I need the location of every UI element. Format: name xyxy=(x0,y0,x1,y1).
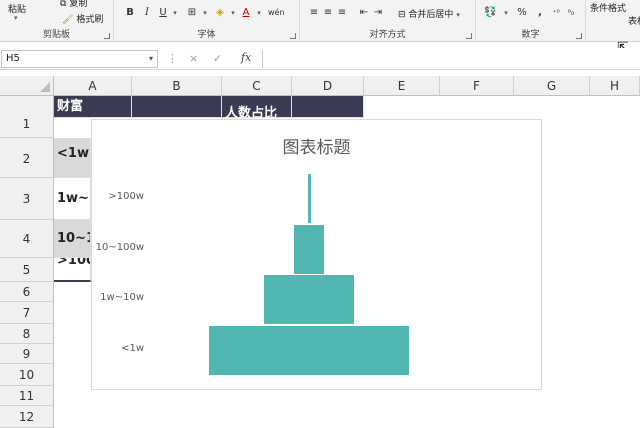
merge-icon: ⊟ xyxy=(398,10,406,20)
formula-input[interactable] xyxy=(262,50,640,68)
column-header-h[interactable]: H xyxy=(590,76,640,96)
chart-title[interactable]: 图表标题 xyxy=(92,133,541,158)
comma-button[interactable]: , xyxy=(534,6,546,20)
cell-d1[interactable] xyxy=(292,96,364,118)
number-launcher-icon[interactable] xyxy=(576,33,582,39)
y-axis-label: 1w~10w xyxy=(100,292,144,304)
align-left-icon[interactable]: ≡ xyxy=(308,6,320,20)
copy-label: 复制 xyxy=(69,0,88,9)
cell-b1[interactable] xyxy=(132,96,222,118)
chart-bar[interactable] xyxy=(264,275,354,324)
chart-area[interactable]: 图表标题 <1w 1w~10w 10~100w >100w xyxy=(91,119,542,390)
merge-center-label: 合并后居中 xyxy=(408,10,454,20)
chart-bar[interactable] xyxy=(307,174,311,223)
insert-function-icon[interactable]: fx xyxy=(241,51,251,64)
row-header-3[interactable]: 3 xyxy=(0,178,54,220)
chart-bar[interactable] xyxy=(294,224,324,274)
font-color-icon[interactable]: A xyxy=(240,6,252,20)
column-header-e[interactable]: E xyxy=(364,76,440,96)
number-group: 💱 ▾ % , ⁺⁰ ⁰₀ 数字 xyxy=(476,0,586,42)
decrease-decimal-icon[interactable]: ⁰₀ xyxy=(565,6,577,20)
column-header-f[interactable]: F xyxy=(440,76,514,96)
name-box-value: H5 xyxy=(6,53,20,64)
phonetic-button[interactable]: wén xyxy=(268,6,285,20)
number-label: 数字 xyxy=(521,30,540,40)
cell-a2[interactable]: <1w xyxy=(54,138,91,178)
clipboard-launcher-icon[interactable] xyxy=(104,33,110,39)
row-header-5[interactable]: 5 xyxy=(0,258,54,282)
alignment-group: ≡ ≡ ≡ ⇤ ⇥ ⊟ 合并后居中 ▾ 对齐方式 xyxy=(300,0,476,42)
fill-caret-icon[interactable]: ▾ xyxy=(227,6,239,20)
cell-a1[interactable]: 财富 xyxy=(54,96,132,118)
y-axis-label: >100w xyxy=(108,191,144,203)
row-header-6[interactable]: 6 xyxy=(0,282,54,302)
currency-caret-icon[interactable]: ▾ xyxy=(500,6,512,20)
font-group: B I U ▾ ⊞ ▾ ◈ ▾ A ▾ wén 字体 xyxy=(114,0,300,42)
align-right-icon[interactable]: ≡ xyxy=(336,6,348,20)
font-launcher-icon[interactable] xyxy=(290,33,296,39)
ribbon: 粘贴 ▾ ⧉ 复制 🖌 格式刷 剪贴板 B I U ▾ ⊞ ▾ ◈ ▾ A ▾ … xyxy=(0,0,640,42)
row-header-2[interactable]: 2 xyxy=(0,138,54,178)
font-color-caret-icon[interactable]: ▾ xyxy=(253,6,265,20)
format-painter-button[interactable]: 🖌 格式刷 xyxy=(62,12,103,25)
column-header-g[interactable]: G xyxy=(514,76,590,96)
format-painter-label: 格式刷 xyxy=(76,15,104,25)
fill-color-icon[interactable]: ◈ xyxy=(214,6,226,20)
align-center-icon[interactable]: ≡ xyxy=(322,6,334,20)
column-header-a[interactable]: A xyxy=(54,76,132,96)
underline-caret-icon[interactable]: ▾ xyxy=(169,6,181,20)
row-header-7[interactable]: 7 xyxy=(0,302,54,324)
clipboard-group: 粘贴 ▾ ⧉ 复制 🖌 格式刷 剪贴板 xyxy=(0,0,114,42)
copy-button[interactable]: ⧉ 复制 xyxy=(60,0,87,9)
clipboard-label: 剪贴板 xyxy=(42,30,70,40)
y-axis-label: 10~100w xyxy=(95,241,144,253)
border-icon[interactable]: ⊞ xyxy=(186,6,198,20)
row-header-1[interactable]: 1 xyxy=(0,96,54,138)
underline-button[interactable]: U xyxy=(157,6,169,20)
row-header-4[interactable]: 4 xyxy=(0,220,54,258)
column-header-d[interactable]: D xyxy=(292,76,364,96)
column-header-c[interactable]: C xyxy=(222,76,292,96)
decrease-indent-icon[interactable]: ⇤ xyxy=(358,6,370,20)
row-header-9[interactable]: 9 xyxy=(0,344,54,364)
cancel-icon[interactable]: × xyxy=(189,52,198,65)
italic-button[interactable]: I xyxy=(141,6,153,20)
increase-decimal-icon[interactable]: ⁺⁰ xyxy=(550,6,562,20)
y-axis-label: <1w xyxy=(121,342,144,354)
border-caret-icon[interactable]: ▾ xyxy=(199,6,211,20)
copy-icon: ⧉ xyxy=(60,0,67,9)
row-header-10[interactable]: 10 xyxy=(0,364,54,386)
name-box[interactable]: H5 ▾ xyxy=(1,50,158,68)
bold-button[interactable]: B xyxy=(124,6,136,20)
row-header-11[interactable]: 11 xyxy=(0,386,54,406)
currency-icon[interactable]: 💱 xyxy=(484,6,496,20)
increase-indent-icon[interactable]: ⇥ xyxy=(372,6,384,20)
cell-a5[interactable]: >100 xyxy=(54,258,91,282)
enter-icon[interactable]: ✓ xyxy=(213,52,222,65)
percent-button[interactable]: % xyxy=(516,6,528,20)
name-box-caret-icon[interactable]: ▾ xyxy=(149,51,153,67)
conditional-format-button[interactable]: 条件格式 xyxy=(590,1,626,14)
row-header-8[interactable]: 8 xyxy=(0,324,54,344)
cell-c1[interactable]: 人数占比 xyxy=(222,96,292,121)
table-format-button[interactable]: 表格 xyxy=(628,14,640,27)
alignment-launcher-icon[interactable] xyxy=(466,33,472,39)
chart-bar[interactable] xyxy=(209,325,409,375)
brush-icon: 🖌 xyxy=(62,15,74,25)
alignment-label: 对齐方式 xyxy=(369,30,406,40)
merge-caret-icon: ▾ xyxy=(456,11,460,19)
row-header-12[interactable]: 12 xyxy=(0,406,54,428)
more-icon: ⋮ xyxy=(167,52,178,65)
column-header-b[interactable]: B xyxy=(132,76,222,96)
select-all-corner[interactable] xyxy=(0,76,54,96)
merge-center-button[interactable]: ⊟ 合并后居中 ▾ xyxy=(398,7,460,20)
formula-bar: H5 ▾ ⋮ × ✓ fx xyxy=(0,48,640,70)
font-label: 字体 xyxy=(197,30,216,40)
paste-caret-icon[interactable]: ▾ xyxy=(14,14,18,22)
